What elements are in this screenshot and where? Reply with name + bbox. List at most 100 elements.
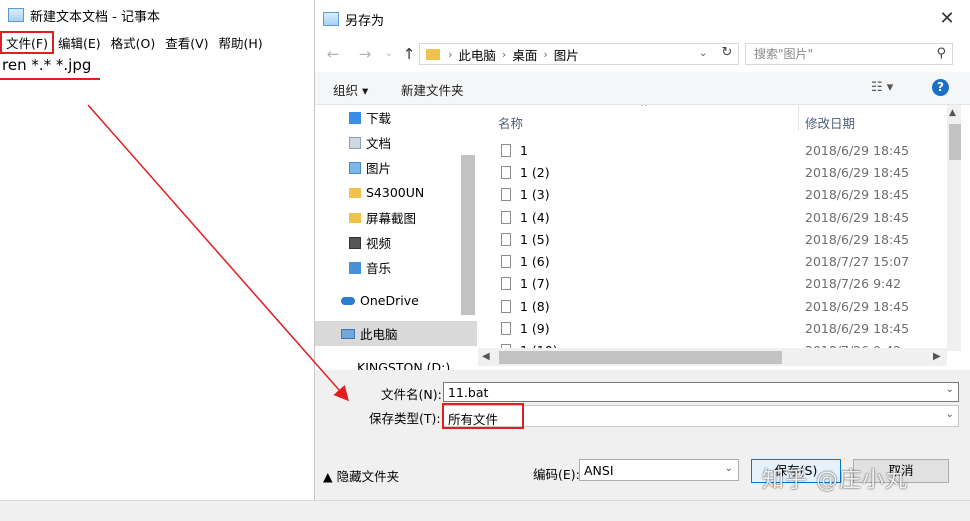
save-as-dialog: 另存为 ✕ ← → ⌄ ↑ › 此电脑 › 桌面 › 图片 ⌄ ↻ ⚲ 组织 ▾…	[314, 0, 970, 500]
file-row[interactable]: 1 2018/6/29 18:45	[478, 139, 940, 161]
column-divider[interactable]	[798, 105, 799, 131]
scroll-left-icon[interactable]: ◀	[482, 351, 490, 362]
refresh-icon[interactable]: ↻	[717, 44, 737, 62]
dialog-app-icon	[323, 12, 339, 26]
file-list: ^ 名称 修改日期 1 2018/6/29 18:45 1 (2) 2018/6…	[478, 105, 958, 351]
nav-item-this-pc[interactable]: 此电脑	[315, 321, 477, 346]
view-options-icon[interactable]: ☷ ▾	[871, 80, 893, 95]
help-icon[interactable]: ?	[932, 79, 949, 96]
file-icon	[501, 166, 511, 179]
file-row[interactable]: 1 (3) 2018/6/29 18:45	[478, 183, 940, 205]
notepad-title: 新建文本文档 - 记事本	[30, 6, 160, 25]
file-row[interactable]: 1 (7) 2018/7/26 9:42	[478, 272, 940, 294]
encoding-value: ANSI	[584, 463, 614, 478]
breadcrumb-pictures[interactable]: 图片	[554, 45, 579, 64]
breadcrumb-separator-icon: ›	[448, 48, 452, 61]
file-icon	[501, 300, 511, 313]
breadcrumb-desktop[interactable]: 桌面	[512, 45, 537, 64]
file-icon	[501, 255, 511, 268]
nav-item-onedrive[interactable]: OneDrive	[315, 288, 477, 313]
notepad-app-icon	[8, 8, 24, 22]
file-icon	[501, 277, 511, 290]
search-icon[interactable]: ⚲	[936, 46, 946, 61]
nav-scrollbar-thumb[interactable]	[461, 155, 475, 315]
dialog-title: 另存为	[345, 10, 384, 29]
file-row[interactable]: 1 (8) 2018/6/29 18:45	[478, 295, 940, 317]
notepad-menu-bar: 文件(F) 编辑(E) 格式(O) 查看(V) 帮助(H)	[0, 32, 269, 52]
scroll-right-icon[interactable]: ▶	[933, 351, 941, 362]
notepad-window: 新建文本文档 - 记事本 文件(F) 编辑(E) 格式(O) 查看(V) 帮助(…	[0, 0, 318, 520]
chevron-down-icon[interactable]: ⌄	[725, 463, 733, 474]
file-row[interactable]: 1 (5) 2018/6/29 18:45	[478, 228, 940, 250]
menu-file[interactable]: 文件(F)	[2, 33, 52, 52]
notepad-title-bar: 新建文本文档 - 记事本	[0, 0, 318, 30]
file-row[interactable]: 1 (9) 2018/6/29 18:45	[478, 317, 940, 339]
breadcrumb-this-pc[interactable]: 此电脑	[458, 45, 496, 64]
file-row[interactable]: 1 (6) 2018/7/27 15:07	[478, 250, 940, 272]
nav-item-music[interactable]: 音乐	[315, 255, 477, 280]
address-bar[interactable]: › 此电脑 › 桌面 › 图片	[419, 43, 739, 65]
breadcrumb-separator-icon: ›	[502, 48, 506, 61]
nav-item-documents[interactable]: 文档 📌	[315, 130, 477, 155]
status-bar	[0, 500, 970, 521]
menu-view[interactable]: 查看(V)	[161, 33, 212, 52]
filetype-label: 保存类型(T):	[369, 408, 441, 427]
watermark: 知乎 @庄小丸	[762, 462, 908, 494]
nav-item-pictures[interactable]: 图片 📌	[315, 155, 477, 180]
videos-folder-icon	[349, 237, 361, 249]
chevron-down-icon[interactable]: ⌄	[946, 409, 954, 420]
nav-item-videos[interactable]: 视频	[315, 230, 477, 255]
up-arrow-icon[interactable]: ↑	[399, 44, 419, 64]
scroll-up-icon[interactable]: ▲	[949, 108, 956, 118]
sort-ascending-icon: ^	[640, 105, 648, 113]
encoding-select[interactable]: ANSI ⌄	[579, 459, 739, 481]
documents-folder-icon	[349, 137, 361, 149]
file-icon	[501, 233, 511, 246]
chevron-down-icon[interactable]: ⌄	[946, 384, 954, 395]
horizontal-scrollbar-thumb[interactable]	[499, 351, 782, 364]
this-pc-icon	[341, 329, 355, 339]
nav-item-s4300un[interactable]: S4300UN	[315, 180, 477, 205]
folder-icon	[426, 49, 440, 60]
recent-locations-chevron-icon[interactable]: ⌄	[379, 44, 399, 64]
pictures-folder-icon	[349, 162, 361, 174]
folder-icon	[349, 188, 361, 198]
annotation-highlight-box	[442, 403, 524, 429]
dialog-toolbar: 组织 ▾ 新建文件夹 ☷ ▾ ?	[315, 72, 970, 105]
forward-arrow-icon[interactable]: →	[355, 44, 375, 64]
column-header-date[interactable]: 修改日期	[805, 113, 855, 132]
onedrive-icon	[341, 297, 355, 305]
address-row: ← → ⌄ ↑ › 此电脑 › 桌面 › 图片 ⌄ ↻ ⚲	[315, 40, 970, 68]
navigation-pane: 下载 📌 文档 📌 图片 📌 S4300UN 屏幕截图 视频 音乐	[315, 105, 477, 370]
nav-item-kingston[interactable]: KINGSTON (D:)	[315, 355, 477, 370]
organize-button[interactable]: 组织 ▾	[333, 80, 368, 99]
address-dropdown-chevron-icon[interactable]: ⌄	[699, 48, 707, 59]
vertical-scrollbar-thumb[interactable]	[949, 124, 961, 160]
filename-value: 11.bat	[448, 385, 488, 400]
hide-folders-toggle[interactable]: ▲ 隐藏文件夹	[323, 466, 399, 485]
file-row[interactable]: 1 (4) 2018/6/29 18:45	[478, 206, 940, 228]
nav-item-screenshots[interactable]: 屏幕截图	[315, 205, 477, 230]
menu-format[interactable]: 格式(O)	[107, 33, 160, 52]
file-icon	[501, 144, 511, 157]
music-folder-icon	[349, 262, 361, 274]
annotation-underline	[0, 78, 100, 80]
column-header-name[interactable]: 名称	[498, 113, 523, 132]
menu-edit[interactable]: 编辑(E)	[54, 33, 105, 52]
notepad-text-area[interactable]: ren *.* *.jpg	[2, 56, 91, 74]
filename-label: 文件名(N):	[381, 384, 442, 403]
search-box: ⚲	[745, 43, 953, 65]
new-folder-button[interactable]: 新建文件夹	[401, 80, 464, 99]
file-icon	[501, 211, 511, 224]
breadcrumb-separator-icon: ›	[543, 48, 547, 61]
close-icon[interactable]: ✕	[938, 10, 956, 28]
nav-item-downloads[interactable]: 下载 📌	[315, 105, 477, 130]
filename-input[interactable]: 11.bat ⌄	[443, 382, 959, 402]
back-arrow-icon[interactable]: ←	[323, 44, 343, 64]
chevron-up-icon: ▲	[323, 469, 337, 484]
folder-icon	[349, 213, 361, 223]
search-input[interactable]	[752, 44, 926, 64]
file-row[interactable]: 1 (2) 2018/6/29 18:45	[478, 161, 940, 183]
file-icon	[501, 322, 511, 335]
menu-help[interactable]: 帮助(H)	[215, 33, 267, 52]
